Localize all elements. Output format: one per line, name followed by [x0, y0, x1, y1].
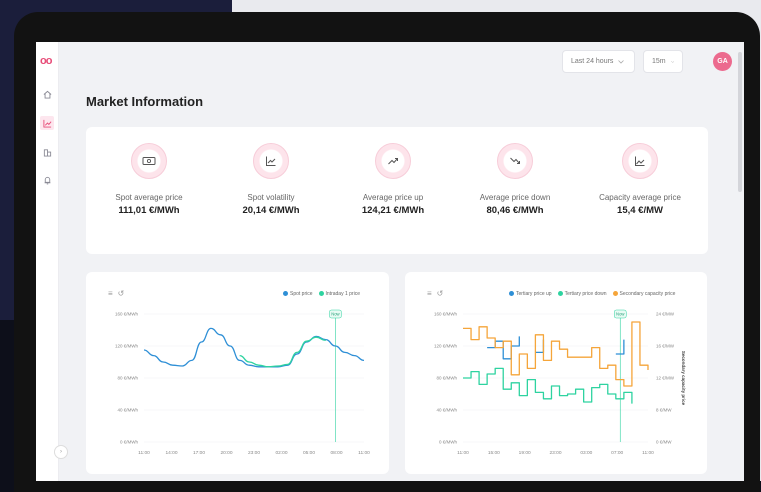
scrollbar[interactable] [738, 52, 742, 192]
metric-value: 124,21 €/MWh [361, 205, 425, 216]
metric-label: Spot average price [115, 193, 183, 202]
banknote-icon [142, 157, 156, 165]
x-tick-label: 02:00 [275, 450, 287, 456]
y-tick-label: 120 €/MWh [434, 344, 458, 349]
metric-value: 20,14 €/MWh [242, 205, 300, 216]
x-tick-label: 11:00 [457, 450, 469, 456]
top-bar: Last 24 hours 15m GA [58, 42, 744, 84]
metric-value: 80,46 €/MWh [486, 205, 544, 216]
x-tick-label: 08:00 [330, 450, 342, 456]
metric-value: 15,4 €/MW [617, 205, 663, 216]
x-tick-label: 05:00 [303, 450, 315, 456]
now-marker-label: Now [331, 312, 340, 317]
trend-up-icon [388, 158, 398, 165]
sidebar-item-assets[interactable] [40, 145, 54, 159]
metric-label: Capacity average price [599, 193, 681, 202]
x-tick-label: 17:00 [193, 450, 205, 456]
balancing-price-chart[interactable]: 160 €/MWh 120 €/MWh 80 €/MWh 40 €/MWh 0 €/MW… [405, 272, 707, 474]
collapse-sidebar-button[interactable]: › [54, 445, 68, 459]
metric-label: Average price down [479, 193, 551, 202]
y-right-tick-label: 0 €/MW [656, 440, 672, 445]
chart-line-icon [42, 119, 51, 128]
y-tick-label: 80 €/MWh [117, 376, 138, 381]
metric-label: Average price up [362, 193, 424, 202]
metric-icon-ring [497, 143, 533, 179]
user-avatar[interactable]: GA [713, 52, 732, 71]
x-tick-label: 03:00 [580, 450, 592, 456]
y-tick-label: 0 €/MWh [439, 440, 458, 445]
x-tick-label: 23:00 [549, 450, 561, 456]
y-tick-label: 40 €/MWh [436, 408, 457, 413]
x-tick-label: 11:00 [642, 450, 654, 456]
sidebar-item-home[interactable] [40, 87, 54, 101]
x-tick-label: 07:00 [611, 450, 623, 456]
y-tick-label: 160 €/MWh [434, 312, 458, 317]
y-tick-label: 80 €/MWh [436, 376, 457, 381]
y-tick-label: 0 €/MWh [120, 440, 139, 445]
y-right-tick-label: 24 €/MW [656, 312, 675, 317]
time-range-select[interactable]: Last 24 hours [562, 50, 635, 73]
y-right-tick-label: 16 €/MW [656, 344, 675, 349]
x-tick-label: 11:00 [138, 450, 150, 456]
now-marker-label: Now [616, 312, 625, 317]
trend-down-icon [510, 157, 520, 164]
y-right-tick-label: 8 €/MW [656, 408, 672, 413]
y-right-tick-label: 12 €/MW [656, 376, 675, 381]
x-tick-label: 11:00 [358, 450, 370, 456]
app-logo[interactable]: oo [40, 55, 52, 67]
y-tick-label: 40 €/MWh [117, 408, 138, 413]
chart-card-balancing: ≡ ↺ Tertiary price up Tertiary price dow… [405, 272, 707, 474]
series-line [143, 327, 365, 368]
x-tick-label: 19:00 [519, 450, 531, 456]
metric-value: 111,01 €/MWh [118, 205, 180, 216]
time-range-value: Last 24 hours [571, 58, 614, 65]
app-screen: oo Last 24 hours 15m GA Market Informati… [36, 42, 744, 481]
series-line [615, 339, 625, 355]
chart-line-icon [266, 156, 276, 166]
metric-icon-ring [375, 143, 411, 179]
metric-icon-ring [131, 143, 167, 179]
x-tick-label: 20:00 [220, 450, 232, 456]
metric-icon-ring [622, 143, 658, 179]
metrics-card: Spot average price 111,01 €/MWh Spot vol… [86, 127, 708, 254]
sidebar: oo [36, 42, 59, 481]
chevron-down-icon [670, 60, 674, 63]
metric-average-price-up: Average price up 124,21 €/MWh [333, 143, 453, 216]
y-right-axis-label: Secondary capacity price [681, 351, 686, 406]
spot-price-chart[interactable]: 160 €/MWh 120 €/MWh 80 €/MWh 40 €/MWh 0 €/MW… [86, 272, 389, 474]
y-tick-label: 120 €/MWh [115, 344, 139, 349]
x-tick-label: 15:00 [488, 450, 500, 456]
series-line [239, 336, 326, 368]
sidebar-item-alerts[interactable] [40, 173, 54, 187]
metric-label: Spot volatility [247, 193, 295, 202]
metric-spot-volatility: Spot volatility 20,14 €/MWh [211, 143, 331, 216]
buildings-icon [43, 148, 51, 157]
chevron-down-icon [618, 59, 625, 64]
x-tick-label: 23:00 [248, 450, 260, 456]
home-icon [43, 90, 51, 99]
series-line [463, 367, 633, 404]
page-title: Market Information [86, 94, 204, 109]
sidebar-item-market[interactable] [40, 116, 54, 130]
interval-select[interactable]: 15m [643, 50, 683, 73]
bell-icon [44, 176, 50, 184]
x-tick-label: 14:00 [165, 450, 177, 456]
metric-spot-average-price: Spot average price 111,01 €/MWh [89, 143, 209, 216]
metric-icon-ring [253, 143, 289, 179]
y-tick-label: 160 €/MWh [115, 312, 139, 317]
interval-value: 15m [652, 58, 666, 65]
metric-average-price-down: Average price down 80,46 €/MWh [455, 143, 575, 216]
chart-area-icon [635, 156, 645, 166]
chart-card-spot: ≡ ↺ Spot price Intraday 1 price 160 €/MW… [86, 272, 389, 474]
metric-capacity-average-price: Capacity average price 15,4 €/MW [580, 143, 700, 216]
